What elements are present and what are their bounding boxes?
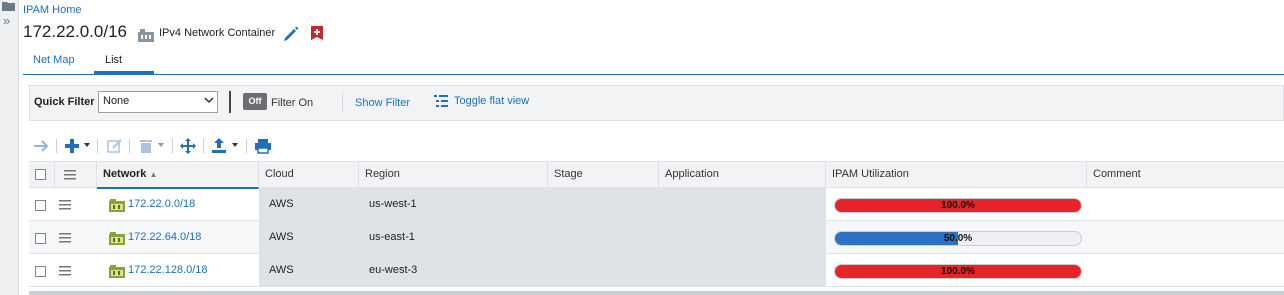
- chevron-down-icon[interactable]: [232, 143, 238, 148]
- filter-on-label: Filter On: [271, 97, 314, 109]
- table-header: Network ▲ Cloud Region Stage Application…: [29, 161, 1284, 189]
- application-cell: [659, 221, 826, 253]
- row-checkbox[interactable]: [35, 233, 46, 244]
- print-icon[interactable]: [254, 137, 272, 155]
- utilization-bar: 100.0%: [834, 264, 1082, 279]
- row-checkbox[interactable]: [35, 200, 46, 211]
- filter-divider: [229, 91, 231, 113]
- select-all-cell: [29, 162, 55, 189]
- stage-cell: [548, 188, 659, 220]
- expand-panel-icon[interactable]: »: [3, 14, 10, 27]
- region-cell: us-west-1: [359, 188, 548, 220]
- comment-cell: [1087, 221, 1284, 253]
- arrow-right-icon[interactable]: [32, 137, 50, 155]
- column-header-network[interactable]: Network ▲: [97, 162, 259, 189]
- column-header-stage[interactable]: Stage: [548, 162, 659, 189]
- toolbar-separator: [97, 139, 98, 153]
- toggle-flat-view-link[interactable]: Toggle flat view: [454, 95, 529, 107]
- table-row[interactable]: 172.22.0.0/18 AWS us-west-1 100.0%: [29, 188, 1284, 221]
- flat-view-icon[interactable]: [434, 95, 448, 107]
- filter-toggle[interactable]: Off: [243, 93, 267, 110]
- move-icon[interactable]: [179, 137, 197, 155]
- active-tab-indicator: [94, 71, 154, 74]
- chevron-down-icon: [204, 97, 214, 104]
- utilization-label: 100.0%: [941, 200, 975, 211]
- column-header-comment[interactable]: Comment: [1087, 162, 1284, 189]
- row-menu-icon[interactable]: [59, 233, 71, 243]
- network-table: Network ▲ Cloud Region Stage Application…: [29, 161, 1284, 295]
- column-header-region[interactable]: Region: [359, 162, 548, 189]
- quick-filter-select[interactable]: None: [98, 91, 218, 113]
- page-title: 172.22.0.0/16: [23, 22, 127, 41]
- select-all-checkbox[interactable]: [35, 169, 46, 180]
- utilization-cell: 50.0%: [826, 221, 1087, 253]
- quick-filter-label: Quick Filter: [34, 96, 95, 108]
- cloud-cell: AWS: [259, 188, 359, 220]
- show-filter-link[interactable]: Show Filter: [355, 97, 410, 109]
- row-checkbox[interactable]: [35, 266, 46, 277]
- row-menu-icon[interactable]: [59, 266, 71, 276]
- tab-list[interactable]: List: [105, 54, 122, 66]
- toolbar-separator: [56, 139, 57, 153]
- region-cell: eu-west-3: [359, 254, 548, 286]
- table-row[interactable]: 172.22.128.0/18 AWS eu-west-3 100.0%: [29, 254, 1284, 287]
- table-row[interactable]: 172.22.64.0/18 AWS us-east-1 50.0%: [29, 221, 1284, 254]
- column-label-network: Network: [103, 168, 147, 180]
- application-cell: [659, 254, 826, 286]
- filter-divider-2: [342, 93, 343, 111]
- cloud-cell: AWS: [259, 221, 359, 253]
- edit-icon[interactable]: [106, 137, 124, 155]
- utilization-cell: 100.0%: [826, 254, 1087, 286]
- column-header-cloud[interactable]: Cloud: [259, 162, 359, 189]
- toolbar-separator: [129, 139, 130, 153]
- folder-icon[interactable]: [2, 1, 16, 12]
- network-link[interactable]: 172.22.64.0/18: [128, 221, 201, 253]
- network-icon: [109, 199, 125, 212]
- chevron-down-icon[interactable]: [158, 143, 164, 148]
- container-type-label: IPv4 Network Container: [159, 27, 276, 39]
- toolbar-separator: [246, 139, 247, 153]
- utilization-label: 50.0%: [943, 233, 973, 244]
- network-icon: [109, 265, 125, 278]
- comment-cell: [1087, 254, 1284, 286]
- column-header-application[interactable]: Application: [659, 162, 826, 189]
- toolbar-separator: [172, 139, 173, 153]
- cloud-cell: AWS: [259, 254, 359, 286]
- toolbar-separator: [203, 139, 204, 153]
- breadcrumb[interactable]: IPAM Home: [23, 4, 81, 16]
- view-tabs: Net Map List: [23, 46, 1284, 75]
- left-rail: »: [0, 0, 19, 295]
- utilization-bar: 50.0%: [834, 231, 1082, 246]
- network-link[interactable]: 172.22.128.0/18: [128, 254, 208, 286]
- add-icon[interactable]: [63, 137, 81, 155]
- column-header-ipam-utilization[interactable]: IPAM Utilization: [826, 162, 1087, 189]
- stage-cell: [548, 254, 659, 286]
- network-link[interactable]: 172.22.0.0/18: [128, 188, 195, 220]
- region-cell: us-east-1: [359, 221, 548, 253]
- bookmark-add-icon[interactable]: [311, 26, 323, 40]
- sort-ascending-icon[interactable]: ▲: [149, 170, 157, 179]
- row-menu-icon[interactable]: [59, 200, 71, 210]
- column-menu-cell: [55, 162, 97, 189]
- pencil-edit-icon[interactable]: [283, 26, 299, 42]
- stage-cell: [548, 221, 659, 253]
- export-icon[interactable]: [210, 137, 228, 155]
- horizontal-scrollbar[interactable]: [29, 291, 1284, 295]
- network-container-icon: [138, 29, 154, 42]
- application-cell: [659, 188, 826, 220]
- utilization-cell: 100.0%: [826, 188, 1087, 220]
- delete-icon[interactable]: [137, 137, 155, 155]
- network-icon: [109, 232, 125, 245]
- comment-cell: [1087, 188, 1284, 220]
- utilization-label: 100.0%: [941, 266, 975, 277]
- chevron-down-icon[interactable]: [84, 143, 90, 148]
- column-menu-icon[interactable]: [64, 170, 76, 180]
- utilization-bar: 100.0%: [834, 198, 1082, 213]
- tab-net-map[interactable]: Net Map: [33, 54, 75, 66]
